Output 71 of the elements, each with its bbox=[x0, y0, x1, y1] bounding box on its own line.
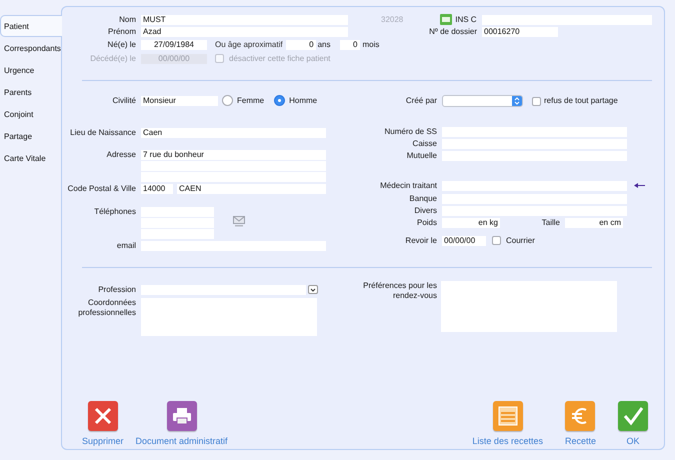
text-field[interactable]: Azad bbox=[141, 26, 348, 36]
field-label: Nº de dossier bbox=[428, 26, 477, 36]
delete-button[interactable]: Supprimer bbox=[82, 401, 124, 446]
card-icon bbox=[440, 14, 452, 25]
checkbox-label: désactiver cette fiche patient bbox=[229, 54, 330, 64]
unit-label: ans bbox=[318, 40, 330, 50]
unit-label: mois bbox=[362, 40, 380, 50]
created-by-select[interactable] bbox=[442, 95, 523, 107]
field-label: Profession bbox=[97, 284, 136, 294]
field-label: Divers bbox=[413, 206, 437, 216]
field-label: INS C bbox=[455, 14, 477, 24]
radio-button[interactable] bbox=[274, 95, 286, 106]
field-label: Né(e) le bbox=[106, 40, 136, 50]
arrow-left-icon bbox=[634, 183, 645, 188]
list-icon bbox=[496, 404, 520, 428]
patient-number: 32028 bbox=[381, 14, 404, 24]
text-field[interactable]: Caen bbox=[141, 128, 326, 138]
envelope-icon bbox=[233, 216, 245, 227]
print-button[interactable]: Document administratif bbox=[136, 401, 228, 446]
address-field[interactable]: 7 rue du bonheur bbox=[141, 150, 326, 160]
field-label: Décédé(e) le bbox=[89, 54, 136, 64]
tab[interactable]: Urgence bbox=[0, 59, 62, 81]
field-label: email bbox=[116, 240, 136, 250]
text-field[interactable]: Monsieur bbox=[141, 96, 218, 106]
weight-field[interactable]: en kg bbox=[442, 218, 500, 228]
tab[interactable]: Correspondants bbox=[0, 37, 62, 59]
field-label: Poids bbox=[416, 218, 437, 228]
field-label: Lieu de Naissance bbox=[69, 128, 136, 138]
height-field[interactable]: en cm bbox=[565, 218, 623, 228]
radio-label: Femme bbox=[237, 96, 264, 106]
field-label: Médecin traitant bbox=[379, 180, 437, 190]
text-field[interactable]: MUST bbox=[141, 14, 348, 24]
field-label: Coordonnées professionnelles bbox=[77, 298, 136, 318]
field-label: Civilité bbox=[111, 96, 136, 106]
text-field[interactable]: 00016270 bbox=[482, 26, 558, 36]
field-label: Adresse bbox=[106, 150, 136, 160]
text-field[interactable]: 0 bbox=[340, 40, 360, 50]
checkbox[interactable] bbox=[492, 236, 501, 245]
field-label: Code Postal & Ville bbox=[66, 184, 136, 194]
list-button[interactable]: Liste des recettes bbox=[472, 401, 543, 446]
field-label: Numéro de SS bbox=[384, 126, 437, 136]
field-label: Mutuelle bbox=[406, 150, 437, 160]
field-label: Revoir le bbox=[404, 236, 437, 246]
checkbox-label: refus de tout partage bbox=[544, 96, 618, 106]
field-label: Préférences pour les rendez-vous bbox=[362, 281, 437, 301]
radio-label: Homme bbox=[289, 96, 318, 106]
ok-icon bbox=[621, 404, 645, 428]
tab[interactable]: Conjoint bbox=[0, 103, 62, 125]
field-label: Créé par bbox=[404, 96, 437, 106]
radio-button[interactable] bbox=[222, 95, 233, 106]
checkbox[interactable] bbox=[532, 96, 541, 106]
field-label: Prénom bbox=[106, 26, 136, 36]
tab[interactable]: Partage bbox=[0, 125, 62, 147]
tab[interactable]: Carte Vitale bbox=[0, 147, 62, 169]
field-label: Ou âge aproximatif bbox=[215, 40, 283, 50]
postal-code-field[interactable]: 14000 bbox=[141, 184, 173, 194]
tab[interactable]: Patient bbox=[0, 15, 62, 37]
field-label: Nom bbox=[118, 14, 136, 24]
date-field[interactable]: 27/09/1984 bbox=[141, 40, 207, 50]
city-field[interactable]: CAEN bbox=[177, 184, 326, 194]
dropdown-button[interactable] bbox=[308, 285, 318, 294]
date-field[interactable]: 00/00/00 bbox=[442, 236, 486, 246]
stepper-icon bbox=[514, 97, 520, 105]
field-label: Taille bbox=[540, 218, 560, 228]
checkbox-label: Courrier bbox=[506, 236, 535, 246]
tab[interactable]: Parents bbox=[0, 81, 62, 103]
chevron-down-icon bbox=[310, 288, 316, 292]
text-field[interactable]: 0 bbox=[286, 40, 316, 50]
field-label: Banque bbox=[408, 194, 437, 204]
field-label: Téléphones bbox=[93, 207, 136, 217]
field-label: Caisse bbox=[412, 138, 437, 148]
